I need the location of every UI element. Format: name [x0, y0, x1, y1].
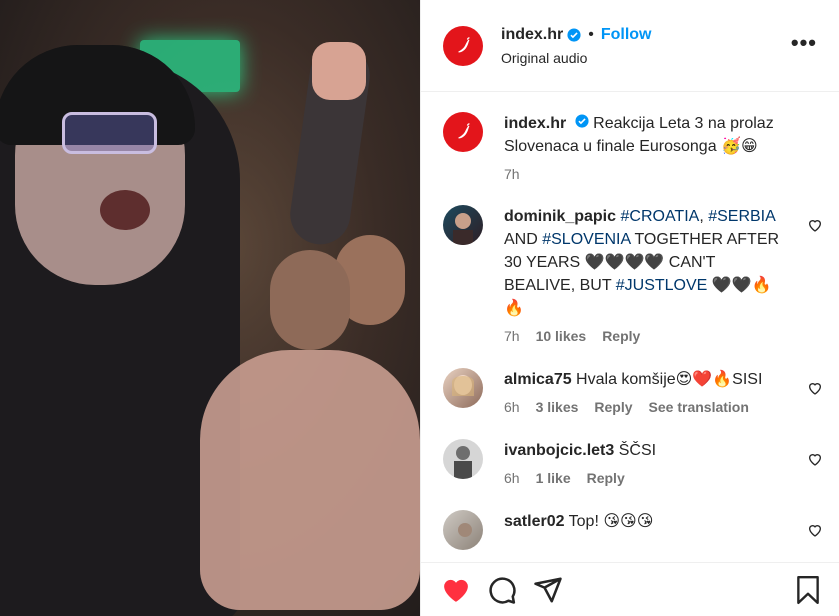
bookmark-icon[interactable] [795, 575, 821, 605]
comment-time[interactable]: 6h [504, 399, 520, 415]
hashtag-link[interactable]: #SLOVENIA [542, 231, 630, 248]
comment-text: Top! 😘😘😘 [565, 513, 654, 530]
share-icon[interactable] [533, 575, 563, 605]
comment-text: Hvala komšije😍❤️🔥SISI [571, 371, 763, 388]
verified-icon [567, 27, 581, 42]
comment-icon[interactable] [487, 575, 517, 605]
video-player[interactable] [0, 0, 420, 616]
separator-dot: • [588, 25, 594, 43]
avatar-image [458, 523, 472, 537]
comment-likes[interactable]: 10 likes [536, 328, 587, 344]
verified-icon [575, 114, 589, 128]
heart-icon[interactable] [441, 575, 471, 605]
comment-username[interactable]: almica75 [504, 371, 572, 388]
raised-fist [312, 42, 366, 100]
avatar[interactable] [443, 205, 483, 245]
avatar[interactable] [443, 510, 483, 550]
like-heart-icon[interactable] [807, 380, 823, 396]
follow-button[interactable]: Follow [601, 26, 652, 44]
blurred-hand [200, 350, 420, 610]
comment: almica75 Hvala komšije😍❤️🔥SISI 6h 3 like… [421, 368, 839, 415]
hashtag-link[interactable]: #JUSTLOVE [616, 277, 708, 294]
comment-username[interactable]: dominik_papic [504, 208, 616, 225]
chili-logo-icon [458, 36, 470, 52]
comment-likes[interactable]: 1 like [536, 470, 571, 486]
audio-label[interactable]: Original audio [501, 50, 652, 66]
hashtag-link[interactable]: #SERBIA [708, 208, 775, 225]
glasses [62, 112, 157, 154]
background-person [270, 250, 350, 350]
comment-username[interactable]: ivanbojcic.let3 [504, 442, 614, 459]
caption-username[interactable]: index.hr [504, 115, 566, 132]
avatar[interactable] [443, 368, 483, 408]
avatar-image [452, 375, 474, 396]
like-heart-icon[interactable] [807, 217, 823, 233]
more-icon[interactable]: ••• [791, 32, 817, 54]
comment-text-segment: Hvala komšije😍❤️🔥SISI [571, 371, 763, 388]
caption-avatar[interactable] [443, 112, 483, 152]
see-translation-button[interactable]: See translation [649, 399, 749, 415]
comment-text-segment: , [699, 208, 709, 225]
comment-text-segment: Top! 😘😘😘 [564, 513, 654, 530]
comment: ivanbojcic.let3 ŠČSI 6h 1 like Reply [421, 439, 839, 486]
comment-likes[interactable]: 3 likes [536, 399, 579, 415]
reply-button[interactable]: Reply [594, 399, 632, 415]
mouth [100, 190, 150, 230]
reply-button[interactable]: Reply [587, 470, 625, 486]
comment-text: ŠČSI [614, 442, 656, 459]
comment: dominik_papic #CROATIA, #SERBIA AND #SLO… [421, 205, 839, 344]
comment-username[interactable]: satler02 [504, 513, 565, 530]
comment-text-segment: ŠČSI [614, 442, 657, 459]
comment-time[interactable]: 6h [504, 470, 520, 486]
comment-time[interactable]: 7h [504, 328, 520, 344]
action-bar [421, 562, 839, 616]
like-heart-icon[interactable] [807, 451, 823, 467]
like-heart-icon[interactable] [807, 522, 823, 538]
comments-list[interactable]: index.hr Reakcija Leta 3 na prolaz Slove… [421, 93, 839, 556]
post-header: index.hr • Follow Original audio ••• [421, 0, 839, 92]
post-username[interactable]: index.hr [501, 26, 563, 44]
comment-text-segment: AND [504, 231, 543, 248]
chili-logo-icon [458, 123, 470, 139]
avatar-image [454, 446, 472, 479]
avatar[interactable] [443, 25, 483, 66]
caption-time[interactable]: 7h [504, 166, 520, 182]
comment: satler02 Top! 😘😘😘 [421, 510, 839, 550]
avatar-image [453, 213, 473, 245]
hashtag-link[interactable]: #CROATIA [620, 208, 699, 225]
post-panel: index.hr • Follow Original audio ••• ind… [420, 0, 839, 616]
post-viewer: index.hr • Follow Original audio ••• ind… [0, 0, 839, 616]
caption: index.hr Reakcija Leta 3 na prolaz Slove… [421, 112, 839, 182]
avatar[interactable] [443, 439, 483, 479]
reply-button[interactable]: Reply [602, 328, 640, 344]
